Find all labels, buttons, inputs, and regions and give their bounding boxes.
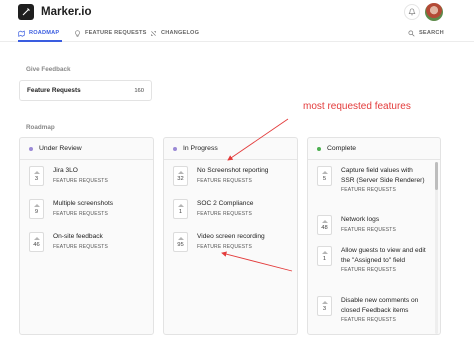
column-header: Under Review	[20, 138, 153, 160]
roadmap-item[interactable]: 95 Video screen recording FEATURE REQUEST…	[173, 232, 289, 252]
marker-logo-icon[interactable]	[18, 4, 34, 20]
status-dot	[29, 146, 33, 151]
roadmap-item[interactable]: 1 SOC 2 Compliance FEATURE REQUESTS	[173, 199, 289, 219]
column-title: Complete	[327, 145, 357, 152]
column-under-review: Under Review 3 Jira 3LO FEATURE REQUESTS …	[19, 137, 154, 335]
main-nav: ROADMAP FEATURE REQUESTS CHANGELOG SEARC…	[0, 24, 474, 42]
upvote-arrow-icon	[33, 203, 40, 207]
annotation-label: most requested features	[303, 101, 411, 112]
upvote-button[interactable]: 1	[173, 199, 188, 219]
search-label: SEARCH	[419, 30, 444, 36]
item-tag: FEATURE REQUESTS	[53, 243, 109, 250]
item-tag: FEATURE REQUESTS	[197, 177, 253, 184]
upvote-button[interactable]: 95	[173, 232, 188, 252]
vote-count: 95	[177, 241, 184, 248]
upvote-button[interactable]: 46	[29, 232, 44, 252]
item-title: Jira 3LO	[53, 167, 78, 174]
feature-requests-board-card[interactable]: Feature Requests 160	[19, 80, 152, 101]
upvote-button[interactable]: 5	[317, 166, 332, 186]
upvote-button[interactable]: 1	[317, 246, 332, 266]
active-tab-indicator	[18, 40, 62, 42]
item-title: Allow guests to view and edit the "Assig…	[341, 247, 426, 264]
tab-feature-requests-label: FEATURE REQUESTS	[85, 30, 147, 36]
tab-changelog-label: CHANGELOG	[161, 30, 200, 36]
upvote-arrow-icon	[177, 170, 184, 174]
vote-count: 46	[33, 241, 40, 248]
item-title: Capture field values with SSR (Server Si…	[341, 167, 425, 184]
scrollbar-thumb[interactable]	[435, 162, 438, 190]
item-title: Disable new comments on closed Feedback …	[341, 297, 419, 314]
upvote-button[interactable]: 9	[29, 199, 44, 219]
column-header: In Progress	[164, 138, 297, 160]
board-card-title: Feature Requests	[27, 87, 81, 94]
item-tag: FEATURE REQUESTS	[197, 210, 253, 217]
roadmap-item[interactable]: 1 Allow guests to view and edit the "Ass…	[317, 246, 427, 273]
column-title: In Progress	[183, 145, 218, 152]
item-tag: FEATURE REQUESTS	[341, 267, 397, 274]
upvote-button[interactable]: 48	[317, 215, 332, 235]
item-title: Multiple screenshots	[53, 200, 114, 207]
column-scrollbar[interactable]	[435, 162, 438, 334]
vote-count: 1	[178, 208, 183, 215]
tab-feature-requests[interactable]: FEATURE REQUESTS	[74, 26, 147, 40]
upvote-arrow-icon	[177, 236, 184, 240]
vote-count: 48	[321, 224, 328, 231]
give-feedback-heading: Give Feedback	[26, 66, 71, 73]
upvote-arrow-icon	[33, 170, 40, 174]
lightbulb-icon	[75, 29, 80, 37]
vote-count: 1	[322, 255, 327, 262]
upvote-arrow-icon	[33, 236, 40, 240]
upvote-button[interactable]: 32	[173, 166, 188, 186]
vote-count: 9	[34, 208, 39, 215]
roadmap-icon	[18, 29, 25, 37]
item-tag: FEATURE REQUESTS	[341, 187, 397, 194]
roadmap-item[interactable]: 46 On-site feedback FEATURE REQUESTS	[29, 232, 133, 252]
item-tag: FEATURE REQUESTS	[341, 226, 397, 233]
item-tag: FEATURE REQUESTS	[53, 210, 109, 217]
status-dot	[317, 146, 321, 151]
upvote-arrow-icon	[321, 300, 328, 304]
roadmap-item[interactable]: 48 Network logs FEATURE REQUESTS	[317, 215, 427, 235]
upvote-button[interactable]: 3	[317, 296, 332, 316]
notification-bell-icon[interactable]	[404, 4, 420, 20]
tab-changelog[interactable]: CHANGELOG	[150, 26, 199, 40]
upvote-arrow-icon	[321, 219, 328, 223]
vote-count: 3	[322, 305, 327, 312]
user-avatar[interactable]	[425, 3, 443, 21]
item-tag: FEATURE REQUESTS	[53, 177, 109, 184]
roadmap-item[interactable]: 9 Multiple screenshots FEATURE REQUESTS	[29, 199, 133, 219]
search-icon	[408, 29, 415, 37]
roadmap-item[interactable]: 3 Jira 3LO FEATURE REQUESTS	[29, 166, 133, 186]
roadmap-heading: Roadmap	[26, 124, 55, 131]
status-dot	[173, 146, 177, 151]
column-complete: Complete 5 Capture field values with SSR…	[307, 137, 441, 335]
tab-roadmap[interactable]: ROADMAP	[18, 26, 59, 40]
roadmap-item[interactable]: 3 Disable new comments on closed Feedbac…	[317, 296, 427, 323]
tab-roadmap-label: ROADMAP	[29, 30, 60, 36]
item-tag: FEATURE REQUESTS	[341, 317, 397, 324]
top-bar: Marker.io	[0, 0, 474, 24]
upvote-arrow-icon	[321, 170, 328, 174]
item-title: Network logs	[341, 216, 380, 223]
vote-count: 5	[322, 175, 327, 182]
item-title: On-site feedback	[53, 233, 103, 240]
upvote-button[interactable]: 3	[29, 166, 44, 186]
board-card-count: 160	[134, 87, 144, 94]
column-header: Complete	[308, 138, 440, 160]
vote-count: 32	[177, 175, 184, 182]
vote-count: 3	[34, 175, 39, 182]
item-title: SOC 2 Compliance	[197, 200, 254, 207]
column-title: Under Review	[39, 145, 82, 152]
upvote-arrow-icon	[177, 203, 184, 207]
item-tag: FEATURE REQUESTS	[197, 243, 253, 250]
search-button[interactable]: SEARCH	[408, 26, 444, 40]
changelog-icon	[151, 30, 156, 36]
roadmap-item[interactable]: 5 Capture field values with SSR (Server …	[317, 166, 427, 193]
brand-name: Marker.io	[41, 6, 92, 18]
column-in-progress: In Progress 32 No Screenshot reporting FE…	[163, 137, 298, 335]
roadmap-item[interactable]: 32 No Screenshot reporting FEATURE REQUES…	[173, 166, 289, 186]
upvote-arrow-icon	[321, 250, 328, 254]
item-title: Video screen recording	[197, 233, 265, 240]
item-title: No Screenshot reporting	[197, 167, 269, 174]
